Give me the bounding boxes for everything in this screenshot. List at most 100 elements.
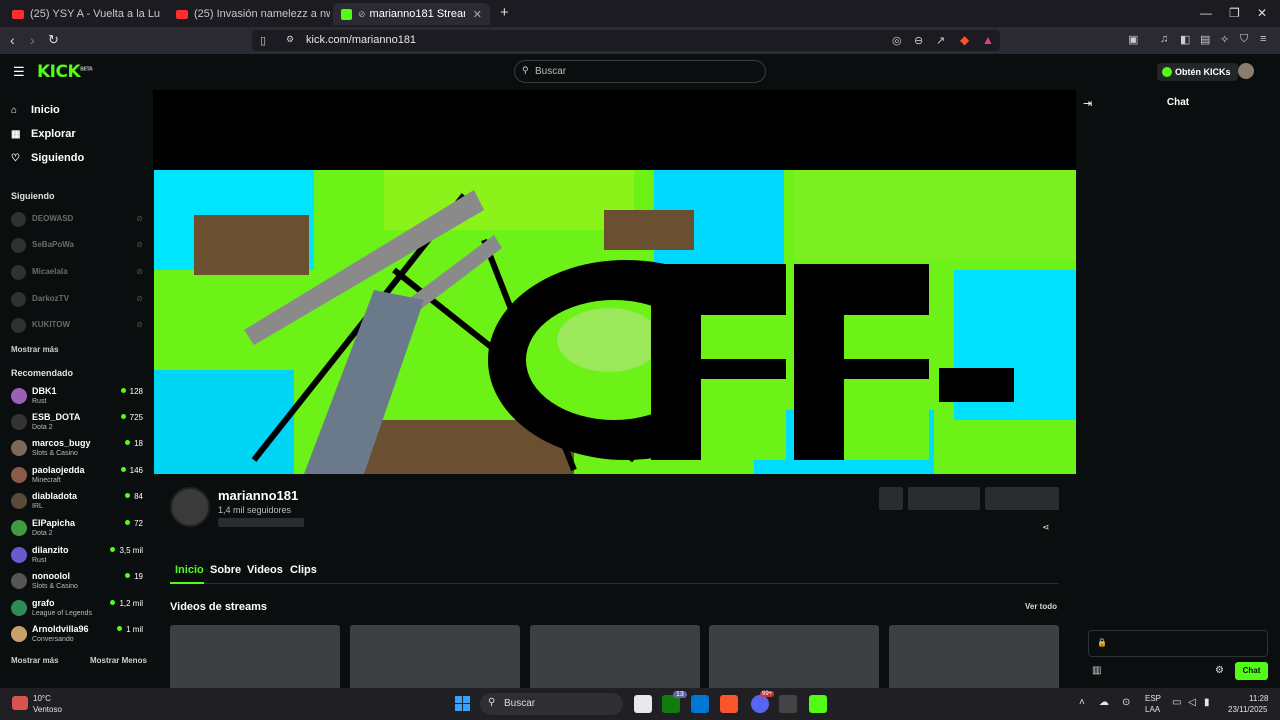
recommended-item[interactable]: DBK1 Rust 128: [11, 385, 146, 411]
following-item[interactable]: SeBaPoWa ⊘: [11, 235, 146, 255]
show-less-recommended[interactable]: Mostrar Menos: [90, 656, 147, 665]
site-info-icon[interactable]: ⚙: [286, 34, 294, 45]
language-indicator[interactable]: ESP: [1145, 694, 1161, 703]
back-icon[interactable]: ‹: [10, 32, 15, 48]
close-tab-icon[interactable]: ✕: [473, 8, 482, 21]
avatar: [11, 600, 27, 616]
tab-inicio[interactable]: Inicio: [175, 564, 204, 576]
browser-tab-1[interactable]: (25) YSY A - Vuelta a la Luna (Remix): [4, 3, 160, 25]
microphone-icon[interactable]: ⊙: [1122, 697, 1130, 708]
channel-category: League of Legends: [32, 610, 92, 617]
video-thumbnail-placeholder[interactable]: [350, 625, 520, 688]
wallet-icon[interactable]: ▤: [1200, 33, 1210, 46]
get-kicks-button[interactable]: Obtén KICKs: [1157, 63, 1238, 81]
following-item[interactable]: DEOWASD ⊘: [11, 209, 146, 229]
cloud-icon[interactable]: ☁: [1099, 697, 1109, 708]
chat-input[interactable]: 🔒: [1088, 630, 1268, 657]
close-window-icon[interactable]: ✕: [1257, 6, 1267, 20]
recommended-item[interactable]: paolaojedda Minecraft 146: [11, 464, 146, 490]
browser-tab-3-active[interactable]: ⊘ marianno181 Stream - Watch ✕: [333, 3, 490, 25]
recommended-item[interactable]: ElPapicha Dota 2 72: [11, 517, 146, 543]
game-app-icon[interactable]: [779, 695, 797, 713]
search-input[interactable]: ⚲ Buscar: [514, 60, 766, 83]
video-thumbnail-placeholder[interactable]: [889, 625, 1059, 688]
see-all-link[interactable]: Ver todo: [1025, 602, 1057, 611]
minimize-icon[interactable]: —: [1200, 6, 1212, 20]
task-view-icon[interactable]: [634, 695, 652, 713]
network-icon[interactable]: ▭: [1172, 697, 1181, 708]
browser-tab-2[interactable]: (25) Invasión namelezz a nwa | DOVU: [168, 3, 330, 25]
avatar: [11, 388, 27, 404]
channel-name: Micaelala: [32, 267, 68, 276]
clock-date[interactable]: 23/11/2025: [1228, 705, 1267, 714]
menu-icon[interactable]: ≡: [1260, 33, 1266, 45]
hamburger-menu-icon[interactable]: ☰: [13, 64, 25, 80]
lock-icon: 🔒: [1097, 638, 1107, 647]
settings-gear-icon[interactable]: ⚙: [1215, 665, 1224, 676]
url-field[interactable]: ▯ ⚙ kick.com/marianno181 ◎ ⊖ ↗ ◆ ▲: [252, 30, 1000, 51]
viewer-count: 1,2 mil: [110, 599, 143, 608]
tab-divider: [170, 583, 1059, 584]
home-icon: ⌂: [11, 105, 18, 116]
channel-avatar[interactable]: [170, 487, 210, 527]
sidebar-panel-icon[interactable]: ▣: [1128, 33, 1138, 46]
vpn-shield-icon[interactable]: ⛉: [1240, 33, 1248, 46]
store-icon[interactable]: ▥: [1092, 665, 1101, 676]
recommended-item[interactable]: dilanzito Rust 3,5 mil: [11, 544, 146, 570]
recommended-item[interactable]: ESB_DOTA Dota 2 725: [11, 411, 146, 437]
zoom-icon[interactable]: ⊖: [914, 34, 923, 47]
music-icon[interactable]: ♫: [1160, 33, 1168, 45]
keyboard-layout[interactable]: LAA: [1145, 705, 1160, 714]
tab-clips[interactable]: Clips: [290, 564, 317, 576]
chat-send-button[interactable]: Chat: [1235, 662, 1268, 680]
tab-videos[interactable]: Videos: [247, 564, 283, 576]
new-tab-icon[interactable]: +: [500, 4, 509, 21]
battery-icon[interactable]: ▮: [1204, 697, 1210, 708]
reload-icon[interactable]: ↻: [48, 32, 59, 48]
sidebar-toggle-icon[interactable]: ◧: [1180, 33, 1190, 46]
recommended-item[interactable]: nonoolol Slots & Casino 19: [11, 570, 146, 596]
following-item[interactable]: DarkozTV ⊘: [11, 289, 146, 309]
muted-speaker-icon[interactable]: ⊘: [358, 9, 366, 20]
user-avatar[interactable]: [1238, 63, 1254, 79]
recommended-item[interactable]: grafo League of Legends 1,2 mil: [11, 597, 146, 623]
kick-app-icon[interactable]: [809, 695, 827, 713]
leo-ai-icon[interactable]: ✧: [1220, 33, 1229, 46]
volume-icon[interactable]: ◁: [1188, 697, 1196, 708]
kick-logo[interactable]: KICKBETA: [37, 62, 93, 82]
forward-icon[interactable]: ›: [30, 32, 35, 48]
recommended-item[interactable]: marcos_bugy Slots & Casino 18: [11, 437, 146, 463]
share-icon[interactable]: ⋖: [1042, 522, 1050, 533]
avatar: [11, 265, 26, 280]
show-more-following[interactable]: Mostrar más: [11, 345, 59, 354]
tab-sobre[interactable]: Sobre: [210, 564, 241, 576]
sidebar-item-explorar[interactable]: ▦ Explorar: [11, 128, 76, 140]
following-item[interactable]: Micaelala ⊘: [11, 262, 146, 282]
weather-icon[interactable]: [12, 696, 28, 710]
sidebar-item-inicio[interactable]: ⌂ Inicio: [11, 104, 60, 116]
rewards-icon[interactable]: ▲: [982, 33, 994, 47]
following-header: Siguiendo: [11, 191, 55, 201]
tray-chevron-icon[interactable]: ˄: [1079, 697, 1085, 708]
recommended-item[interactable]: Arnoldvilla96 Conversando 1 mil: [11, 623, 146, 649]
tab-title: marianno181 Stream - Watch: [369, 8, 465, 20]
outlook-icon[interactable]: [691, 695, 709, 713]
following-item[interactable]: KUKITOW ⊘: [11, 315, 146, 335]
brave-shield-icon[interactable]: ◆: [960, 33, 969, 47]
windows-start-icon[interactable]: [455, 696, 470, 711]
share-icon[interactable]: ↗: [936, 34, 945, 47]
clock-time[interactable]: 11:28: [1249, 694, 1268, 703]
video-thumbnail-placeholder[interactable]: [709, 625, 879, 688]
brave-browser-icon[interactable]: [720, 695, 738, 713]
video-thumbnail-placeholder[interactable]: [530, 625, 700, 688]
video-thumbnail-placeholder[interactable]: [170, 625, 340, 688]
bookmark-icon[interactable]: ▯: [260, 34, 266, 47]
tracking-icon[interactable]: ◎: [892, 34, 902, 47]
restore-icon[interactable]: ❐: [1229, 6, 1240, 20]
recommended-item[interactable]: diabladota IRL 84: [11, 490, 146, 516]
discord-icon[interactable]: [751, 695, 769, 713]
taskbar-search[interactable]: ⚲ Buscar: [480, 693, 623, 715]
show-more-recommended[interactable]: Mostrar más: [11, 656, 59, 665]
sidebar-item-siguiendo[interactable]: ♡ Siguiendo: [11, 152, 84, 164]
loading-button-placeholder: [879, 487, 903, 510]
